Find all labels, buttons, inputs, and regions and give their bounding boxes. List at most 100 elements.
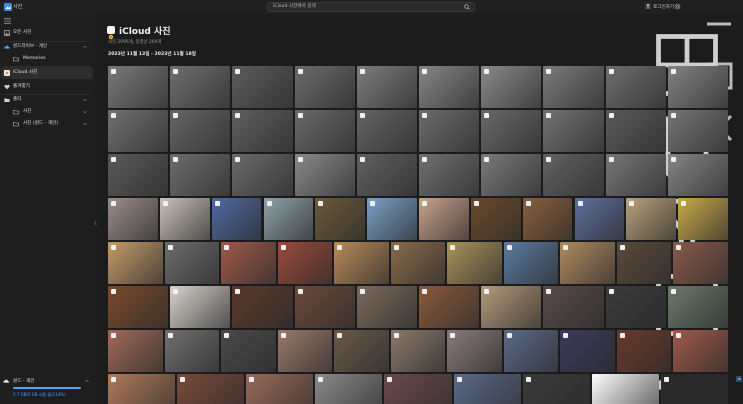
sidebar-item-all-photos[interactable]: 모든 사진 <box>1 27 93 39</box>
sidebar-item-folders[interactable]: 폴더 <box>1 94 93 106</box>
photo-thumbnail[interactable] <box>170 154 231 196</box>
scroll-icon[interactable] <box>736 376 742 382</box>
photo-thumbnail[interactable] <box>170 110 231 152</box>
photo-thumbnail[interactable] <box>334 330 389 372</box>
photo-thumbnail[interactable] <box>660 374 728 404</box>
photo-thumbnail[interactable] <box>419 66 480 108</box>
chevron-up-icon[interactable] <box>83 45 87 49</box>
photo-thumbnail[interactable] <box>667 66 728 108</box>
photo-thumbnail[interactable] <box>294 110 355 152</box>
photo-thumbnail[interactable] <box>108 66 169 108</box>
sidebar-item-favorites[interactable]: 즐겨찾기 <box>1 81 93 93</box>
photo-thumbnail[interactable] <box>170 66 231 108</box>
photo-thumbnail[interactable] <box>108 330 163 372</box>
photo-thumbnail[interactable] <box>263 198 314 240</box>
photo-thumbnail[interactable] <box>667 154 728 196</box>
gear-icon[interactable] <box>674 3 681 10</box>
photo-thumbnail[interactable] <box>503 330 559 372</box>
photo-thumbnail[interactable] <box>605 66 666 108</box>
photo-thumbnail[interactable] <box>356 286 417 328</box>
photo-thumbnail[interactable] <box>315 374 383 404</box>
photo-thumbnail[interactable] <box>108 154 169 196</box>
photo-thumbnail[interactable] <box>294 286 355 328</box>
sidebar-item-memories[interactable]: Memories <box>1 53 93 65</box>
sidebar-item-pictures-onedrive[interactable]: 사진 (원드 - 개인) <box>1 118 93 130</box>
photo-thumbnail[interactable] <box>574 198 625 240</box>
photo-thumbnail[interactable] <box>605 110 666 152</box>
photo-thumbnail[interactable] <box>673 330 728 372</box>
photo-thumbnail[interactable] <box>384 374 452 404</box>
photo-thumbnail[interactable] <box>108 110 169 152</box>
chevron-down-icon[interactable] <box>83 122 87 126</box>
photo-thumbnail[interactable] <box>232 110 293 152</box>
photo-thumbnail[interactable] <box>356 66 417 108</box>
photo-thumbnail[interactable] <box>221 242 276 284</box>
photo-thumbnail[interactable] <box>211 198 262 240</box>
photo-thumbnail[interactable] <box>470 198 521 240</box>
photo-thumbnail[interactable] <box>605 154 666 196</box>
photo-thumbnail[interactable] <box>481 286 542 328</box>
photo-thumbnail[interactable] <box>560 330 615 372</box>
photo-thumbnail[interactable] <box>447 330 502 372</box>
photo-thumbnail[interactable] <box>667 110 728 152</box>
photo-thumbnail[interactable] <box>390 330 446 372</box>
photo-thumbnail[interactable] <box>294 66 355 108</box>
photo-thumbnail[interactable] <box>356 110 417 152</box>
photo-thumbnail[interactable] <box>543 66 604 108</box>
photo-thumbnail[interactable] <box>453 374 521 404</box>
photo-thumbnail[interactable] <box>481 154 542 196</box>
sidebar-item-pictures[interactable]: 사진 <box>1 106 93 118</box>
photo-thumbnail[interactable] <box>481 110 542 152</box>
photo-thumbnail[interactable] <box>164 242 220 284</box>
chevron-up-icon[interactable] <box>83 98 87 102</box>
photo-thumbnail[interactable] <box>605 286 666 328</box>
photo-thumbnail[interactable] <box>543 110 604 152</box>
photo-thumbnail[interactable] <box>419 110 480 152</box>
photo-thumbnail[interactable] <box>367 198 417 240</box>
photo-thumbnail[interactable] <box>667 286 728 328</box>
photo-thumbnail[interactable] <box>164 330 220 372</box>
photo-thumbnail[interactable] <box>419 154 480 196</box>
photo-thumbnail[interactable] <box>108 374 176 404</box>
photo-thumbnail[interactable] <box>522 198 573 240</box>
photo-thumbnail[interactable] <box>419 198 469 240</box>
storage-status[interactable]: 원드 - 개인 5.7 GB/5 GB 사용 중(114%) <box>3 376 91 400</box>
photo-thumbnail[interactable] <box>277 330 333 372</box>
photo-thumbnail[interactable] <box>108 286 169 328</box>
chevron-up-icon[interactable] <box>85 379 89 383</box>
photo-thumbnail[interactable] <box>315 198 366 240</box>
sidebar-item-onedrive[interactable]: 원드라이브 - 개인 <box>1 41 93 53</box>
sidebar-item-icloud-photos[interactable]: iCloud 사진 <box>1 67 93 79</box>
photo-thumbnail[interactable] <box>616 330 672 372</box>
photo-thumbnail[interactable] <box>543 154 604 196</box>
photo-thumbnail[interactable] <box>159 198 210 240</box>
photo-thumbnail[interactable] <box>616 242 672 284</box>
photo-thumbnail[interactable] <box>678 198 728 240</box>
photo-thumbnail[interactable] <box>334 242 389 284</box>
photo-thumbnail[interactable] <box>177 374 245 404</box>
photo-thumbnail[interactable] <box>390 242 446 284</box>
photo-thumbnail[interactable] <box>108 198 158 240</box>
photo-thumbnail[interactable] <box>294 154 355 196</box>
photo-thumbnail[interactable] <box>232 154 293 196</box>
hamburger-menu-icon[interactable] <box>4 18 11 24</box>
search-input[interactable]: iCloud 사진에서 검색 <box>267 2 475 12</box>
photo-thumbnail[interactable] <box>447 242 502 284</box>
photo-thumbnail[interactable] <box>591 374 659 404</box>
photo-thumbnail[interactable] <box>108 242 163 284</box>
sign-in-button[interactable]: 로그인하기 <box>645 3 674 11</box>
photo-thumbnail[interactable] <box>232 66 293 108</box>
photo-thumbnail[interactable] <box>277 242 333 284</box>
photo-thumbnail[interactable] <box>356 154 417 196</box>
photo-thumbnail[interactable] <box>481 66 542 108</box>
photo-thumbnail[interactable] <box>673 242 728 284</box>
photo-thumbnail[interactable] <box>626 198 677 240</box>
photo-thumbnail[interactable] <box>232 286 293 328</box>
photo-thumbnail[interactable] <box>419 286 480 328</box>
chevron-down-icon[interactable] <box>83 110 87 114</box>
photo-thumbnail[interactable] <box>560 242 615 284</box>
photo-thumbnail[interactable] <box>543 286 604 328</box>
photo-thumbnail[interactable] <box>221 330 276 372</box>
photo-thumbnail[interactable] <box>170 286 231 328</box>
photo-thumbnail[interactable] <box>522 374 590 404</box>
